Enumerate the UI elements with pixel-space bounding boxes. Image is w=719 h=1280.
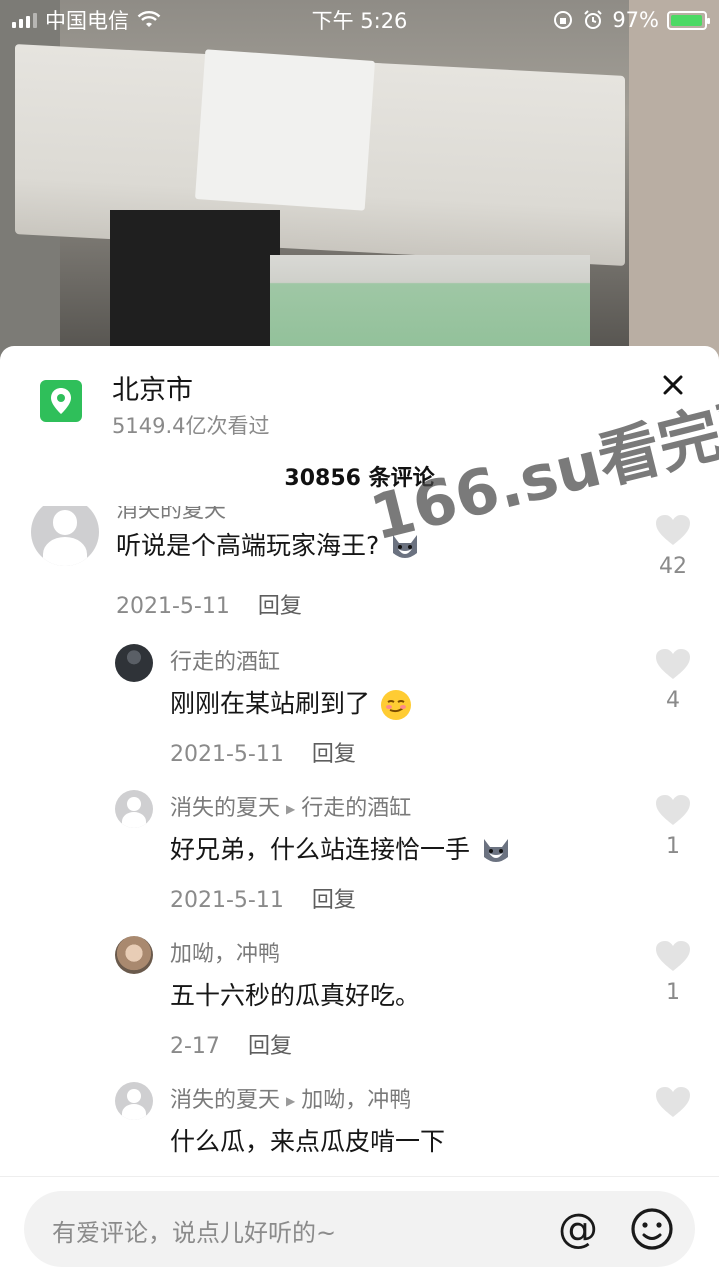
heart-icon	[656, 515, 690, 545]
comment-meta: 2021-5-11 回复	[116, 588, 302, 620]
rotation-lock-icon	[554, 11, 573, 29]
video-scene-paper	[194, 49, 376, 211]
heart-icon	[656, 941, 690, 971]
location-views: 5149.4亿次看过	[112, 414, 270, 438]
carrier-label: 中国电信	[45, 9, 129, 33]
battery-icon	[667, 10, 710, 30]
comment-item: 消失的夏天 听说是个高端玩家海王? 2021-5-11 回复 42	[0, 506, 719, 636]
comment-author[interactable]: 消失的夏天	[170, 1088, 280, 1113]
video-scene-dark-box	[110, 210, 280, 350]
heart-icon	[656, 1087, 690, 1117]
status-time: 下午 5:26	[311, 9, 408, 33]
status-bar: 中国电信 下午 5:26 97%	[0, 0, 719, 40]
comment-reply-item: 行走的酒缸 刚刚在某站刷到了 2021-5-11 回复 4	[0, 644, 719, 788]
at-icon: @	[558, 1206, 598, 1252]
comment-text: 五十六秒的瓜真好吃。	[170, 981, 421, 1010]
wifi-icon	[137, 11, 161, 27]
avatar[interactable]	[115, 644, 153, 682]
smirk-emoji-icon	[380, 689, 412, 721]
comment-username[interactable]: 行走的酒缸	[170, 644, 280, 676]
comment-author[interactable]: 消失的夏天	[170, 796, 280, 821]
video-background[interactable]	[0, 0, 719, 380]
comment-date: 2-17	[170, 1034, 220, 1059]
comment-username[interactable]: 消失的夏天	[116, 506, 226, 524]
like-count: 1	[666, 980, 680, 1005]
like-button[interactable]: 1	[654, 794, 692, 859]
heart-icon	[656, 649, 690, 679]
reply-button[interactable]: 回复	[312, 742, 356, 767]
like-count: 1	[666, 834, 680, 859]
status-left: 中国电信	[12, 5, 272, 35]
avatar[interactable]	[31, 506, 99, 566]
video-scene-wall-right	[629, 0, 719, 380]
reply-button[interactable]: 回复	[258, 594, 302, 619]
comment-text: 刚刚在某站刷到了	[170, 684, 412, 721]
comment-meta: 2-17 回复	[170, 1028, 292, 1060]
comment-username: 消失的夏天 ▶ 加呦，冲鸭	[170, 1082, 411, 1114]
comment-text: 好兄弟，什么站连接恰一手	[170, 830, 512, 867]
battery-fill	[671, 14, 703, 26]
reply-arrow-icon: ▶	[286, 802, 296, 816]
husky-emoji-icon	[480, 835, 512, 867]
like-button[interactable]: 42	[654, 514, 692, 579]
comment-text-content: 听说是个高端玩家海王?	[116, 531, 380, 560]
smiley-icon	[631, 1208, 673, 1250]
avatar[interactable]	[115, 790, 153, 828]
reply-target[interactable]: 加呦，冲鸭	[301, 1088, 411, 1113]
comment-list[interactable]: 消失的夏天 听说是个高端玩家海王? 2021-5-11 回复 42 行走的酒缸 刚…	[0, 506, 719, 1176]
comment-username: 消失的夏天 ▶ 行走的酒缸	[170, 790, 411, 822]
comment-input-bar: 有爱评论，说点儿好听的~ @	[0, 1176, 719, 1280]
mention-button[interactable]: @	[554, 1205, 602, 1253]
comment-text: 什么瓜，来点瓜皮啃一下	[170, 1127, 446, 1156]
status-right: 97%	[447, 8, 710, 32]
comment-reply-item: 消失的夏天 ▶ 加呦，冲鸭 什么瓜，来点瓜皮啃一下	[0, 1082, 719, 1176]
like-count: 42	[659, 554, 687, 579]
battery-percent: 97%	[612, 8, 659, 32]
comment-date: 2021-5-11	[170, 888, 284, 913]
comment-input-placeholder: 有爱评论，说点儿好听的~	[52, 1219, 337, 1247]
like-count: 4	[666, 688, 680, 713]
comment-input[interactable]: 有爱评论，说点儿好听的~ @	[24, 1191, 695, 1267]
like-button[interactable]	[654, 1086, 692, 1118]
reply-arrow-icon: ▶	[286, 1094, 296, 1108]
comment-date: 2021-5-11	[170, 742, 284, 767]
signal-icon	[12, 12, 37, 28]
comment-text-content: 好兄弟，什么站连接恰一手	[170, 835, 471, 864]
avatar[interactable]	[115, 1082, 153, 1120]
reply-button[interactable]: 回复	[312, 888, 356, 913]
comment-meta: 2021-5-11 回复	[170, 736, 356, 768]
location-title: 北京市	[112, 375, 193, 406]
emoji-button[interactable]	[628, 1205, 676, 1253]
comment-text-content: 刚刚在某站刷到了	[170, 689, 371, 718]
comment-meta: 2021-5-11 回复	[170, 882, 356, 914]
like-button[interactable]: 1	[654, 940, 692, 1005]
avatar[interactable]	[115, 936, 153, 974]
alarm-icon	[584, 10, 603, 29]
reply-target[interactable]: 行走的酒缸	[301, 796, 411, 821]
heart-icon	[656, 795, 690, 825]
comment-reply-item: 消失的夏天 ▶ 行走的酒缸 好兄弟，什么站连接恰一手 2021-5-11 回复 1	[0, 790, 719, 934]
comment-date: 2021-5-11	[116, 594, 230, 619]
comment-reply-item: 加呦，冲鸭 五十六秒的瓜真好吃。 2-17 回复 1	[0, 936, 719, 1080]
reply-button[interactable]: 回复	[248, 1034, 292, 1059]
comment-username[interactable]: 加呦，冲鸭	[170, 936, 280, 968]
map-pin-icon	[40, 380, 82, 422]
like-button[interactable]: 4	[654, 648, 692, 713]
